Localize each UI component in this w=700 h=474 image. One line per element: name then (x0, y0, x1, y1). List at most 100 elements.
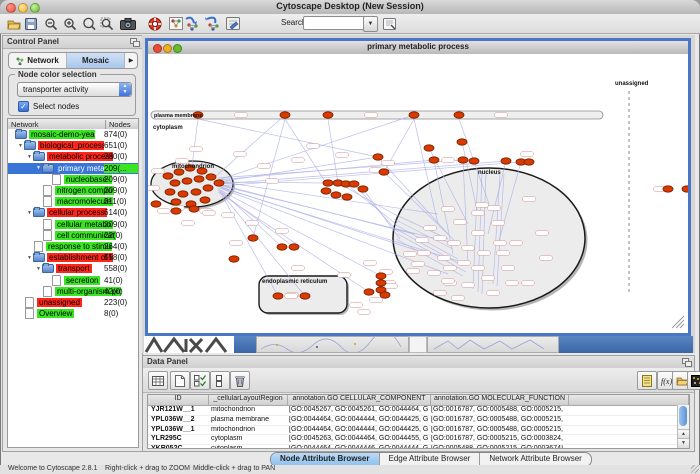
import-attribute-list-icon[interactable] (637, 371, 657, 390)
table-cell[interactable]: YKR052C (148, 445, 208, 449)
table-cell[interactable]: cytoplasm (208, 445, 286, 449)
graph-node[interactable] (682, 186, 688, 192)
table-cell[interactable]: [GO:0016787, GO:0005215, GO:0003824, G..… (428, 435, 565, 444)
float-panel-icon[interactable] (130, 38, 139, 46)
graph-node[interactable] (457, 139, 467, 145)
column-header[interactable]: annotation.GO MOLECULAR_FUNCTION (431, 395, 569, 405)
tree-item-label[interactable]: transport (56, 264, 92, 273)
save-icon[interactable] (22, 15, 40, 32)
tab-network[interactable]: Network (9, 53, 67, 68)
graph-node[interactable] (373, 154, 383, 160)
tree-row[interactable]: ▼biological_process651(0) (8, 140, 138, 151)
table-row[interactable]: YKR052Ccytoplasm[GO:0044464, GO:0044446,… (148, 445, 689, 449)
table-cell[interactable]: [GO:0044464, GO:0044444, GO:0044425, G..… (286, 426, 428, 435)
tree-row[interactable]: unassigned223(0) (8, 297, 138, 308)
graph-node[interactable] (364, 289, 374, 295)
tree-column-network[interactable]: Network (11, 120, 39, 129)
tab-mosaic[interactable]: Mosaic (67, 53, 125, 68)
table-cell[interactable]: plasma membrane (208, 416, 286, 425)
tree-item-label[interactable]: secretion (64, 276, 100, 285)
table-cell[interactable]: mitochondrion (208, 426, 286, 435)
table-cell[interactable]: YPL036W__1 (148, 426, 208, 435)
graph-node[interactable] (342, 194, 352, 200)
window-resize-grip[interactable] (691, 465, 699, 473)
graph-node[interactable] (194, 176, 204, 182)
tree-row[interactable]: nitrogen compo209(0) (8, 185, 138, 196)
tree-row[interactable]: response to stimulu264(0) (8, 241, 138, 252)
table-row[interactable]: YPL036W__2plasma membrane[GO:0044464, GO… (148, 416, 689, 426)
tree-row[interactable]: ▼transport558(0) (8, 263, 138, 274)
graph-node[interactable] (469, 158, 479, 164)
graph-node[interactable] (200, 197, 210, 203)
graph-node[interactable] (280, 112, 290, 118)
deselect-attributes-icon[interactable] (210, 371, 230, 390)
graph-node[interactable] (501, 158, 511, 164)
table-cell[interactable]: [GO:0045263, GO:0044464, GO:0044455, G..… (286, 435, 428, 444)
graph-node[interactable] (349, 181, 359, 187)
attribute-table-header[interactable]: ID_cellularLayoutRegionannotation.GO CEL… (148, 395, 689, 406)
graph-node[interactable] (331, 192, 341, 198)
table-row[interactable]: YPL036W__1mitochondrion[GO:0044464, GO:0… (148, 426, 689, 436)
graph-node[interactable] (178, 191, 188, 197)
graph-node[interactable] (323, 180, 333, 186)
column-header[interactable]: _cellularLayoutRegion (209, 395, 288, 405)
table-scrollbar[interactable]: ▲ ▼ (677, 405, 689, 448)
tree-row[interactable]: mosaic-demo-yeast874(0) (8, 129, 138, 140)
tree-column-nodes[interactable]: Nodes (105, 120, 131, 129)
graph-node[interactable] (171, 199, 181, 205)
attribute-matrix-icon[interactable] (687, 371, 700, 390)
network-view-window[interactable]: primary metabolic process plasma membran… (145, 38, 691, 336)
zoom-fit-icon[interactable] (98, 15, 116, 32)
annotation-pad-icon[interactable] (224, 15, 242, 32)
network-canvas[interactable]: plasma membranecytoplasmmitochondrionnuc… (148, 54, 688, 333)
graph-node[interactable] (229, 256, 239, 262)
tree-item-label[interactable]: unassigned (37, 298, 82, 307)
view-resize-grip[interactable] (672, 316, 684, 328)
open-icon[interactable] (5, 15, 23, 32)
table-cell[interactable]: [GO:0044464, GO:0044446, GO:0044444, G..… (286, 445, 428, 449)
graph-node[interactable] (248, 235, 258, 241)
select-nodes-checkbox[interactable]: ✓ (18, 101, 29, 112)
column-header[interactable]: annotation.GO CELLULAR_COMPONENT (288, 395, 431, 405)
table-row[interactable]: YJR121W__1mitochondrion[GO:0045267, GO:0… (148, 406, 689, 416)
help-lifebuoy-icon[interactable] (146, 15, 164, 32)
table-cell[interactable]: mitochondrion (208, 406, 286, 415)
float-panel-icon[interactable] (682, 358, 691, 366)
delete-attribute-icon[interactable] (230, 371, 250, 390)
graph-node[interactable] (380, 292, 390, 298)
tree-row[interactable]: ▼cellular process614(0) (8, 207, 138, 218)
graph-node[interactable] (458, 157, 468, 163)
graph-node[interactable] (358, 186, 368, 192)
graph-node[interactable] (376, 280, 386, 286)
table-cell[interactable]: YLR295C (148, 435, 208, 444)
tree-row[interactable]: secretion41(0) (8, 274, 138, 285)
graph-node[interactable] (321, 188, 331, 194)
graph-node[interactable] (170, 180, 180, 186)
graph-node[interactable] (273, 293, 283, 299)
zoom-out-icon[interactable] (42, 15, 60, 32)
table-cell[interactable]: [GO:0016787, GO:0005488, GO:0005215, G..… (428, 426, 565, 435)
zoom-in-icon[interactable] (61, 15, 79, 32)
graph-node[interactable] (663, 186, 673, 192)
snapshot-icon[interactable] (119, 15, 137, 32)
tree-item-label[interactable]: Overview (37, 309, 74, 318)
graph-node[interactable] (189, 206, 199, 212)
export-network-icon[interactable] (204, 15, 222, 32)
table-cell[interactable]: YPL036W__2 (148, 416, 208, 425)
graph-node[interactable] (379, 169, 389, 175)
graph-node[interactable] (206, 174, 216, 180)
tree-expand-icon[interactable]: ▼ (35, 266, 42, 272)
tree-item-label[interactable]: mosaic-demo-yeast (29, 130, 95, 139)
search-input[interactable] (303, 16, 367, 30)
graph-node[interactable] (191, 189, 201, 195)
import-network-icon[interactable] (183, 15, 201, 32)
tree-row[interactable]: multi-organism pro42(0) (8, 286, 138, 297)
table-cell[interactable]: [GO:0045267, GO:0045261, GO:0044464, G..… (286, 406, 428, 415)
graph-node[interactable] (424, 145, 434, 151)
tree-row[interactable]: macromolecule311(0) (8, 196, 138, 207)
graph-node[interactable] (376, 273, 386, 279)
select-attributes-icon[interactable] (190, 371, 210, 390)
table-cell[interactable]: YJR121W__1 (148, 406, 208, 415)
search-config-icon[interactable] (381, 15, 399, 32)
graph-node[interactable] (289, 244, 299, 250)
